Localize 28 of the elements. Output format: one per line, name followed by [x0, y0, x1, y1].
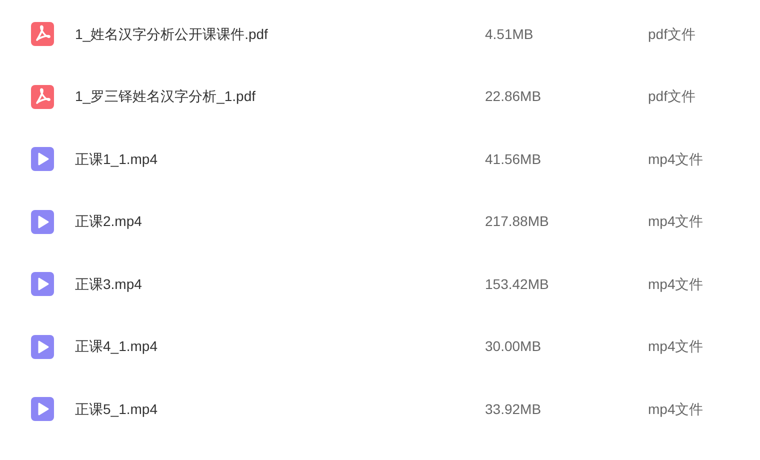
file-size: 33.92MB — [485, 400, 542, 419]
file-type: mp4文件 — [648, 400, 704, 419]
file-size: 22.86MB — [485, 87, 542, 106]
file-type: mp4文件 — [648, 337, 704, 356]
file-size: 4.51MB — [485, 24, 534, 44]
video-file-icon — [31, 147, 54, 172]
file-type: mp4文件 — [648, 212, 704, 232]
file-name[interactable]: 正课4_1.mp4 — [75, 336, 485, 358]
file-name[interactable]: 正课1_1.mp4 — [75, 148, 485, 170]
file-size: 217.88MB — [485, 212, 550, 232]
file-type: mp4文件 — [648, 274, 704, 294]
video-file-icon — [31, 397, 54, 422]
pdf-file-icon — [31, 84, 54, 109]
file-type: mp4文件 — [648, 150, 704, 169]
file-name[interactable]: 1_罗三铎姓名汉字分析_1.pdf — [75, 86, 485, 108]
file-name[interactable]: 1_姓名汉字分析公开课课件.pdf — [75, 24, 485, 45]
file-type: pdf文件 — [648, 24, 696, 44]
file-size: 153.42MB — [485, 274, 550, 294]
video-file-icon — [31, 210, 54, 234]
video-file-icon — [31, 272, 54, 296]
file-size: 41.56MB — [485, 150, 542, 169]
video-file-icon — [31, 334, 54, 359]
file-name[interactable]: 正课3.mp4 — [75, 274, 485, 295]
file-name[interactable]: 正课5_1.mp4 — [75, 398, 485, 420]
file-name[interactable]: 正课2.mp4 — [75, 211, 485, 232]
pdf-file-icon — [31, 22, 54, 46]
file-type: pdf文件 — [648, 87, 696, 106]
file-size: 30.00MB — [485, 337, 542, 356]
